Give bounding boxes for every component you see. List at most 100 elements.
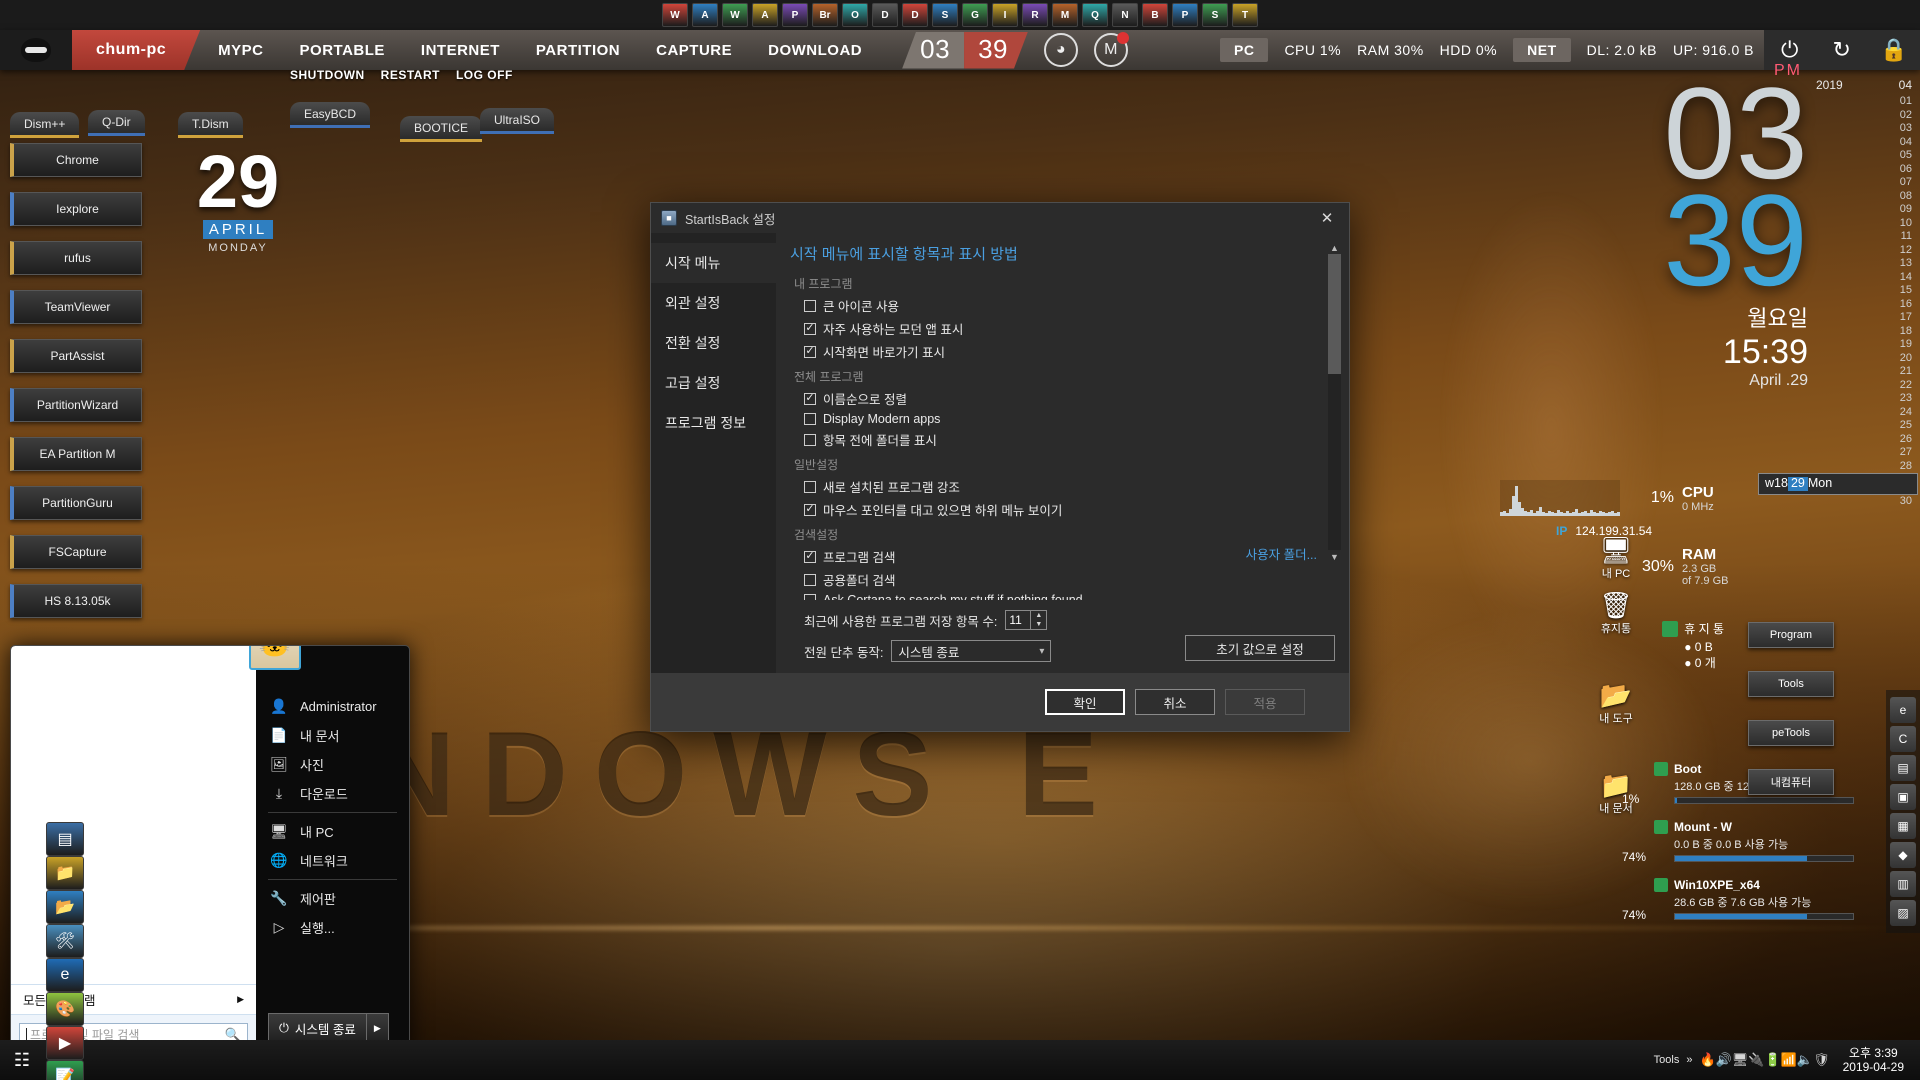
calendar-day-28[interactable]: 28: [1816, 460, 1912, 474]
taskbar-ie-icon[interactable]: e: [46, 958, 84, 992]
scroll-up-icon[interactable]: ▲: [1328, 241, 1341, 254]
toolbar-menu-download[interactable]: DOWNLOAD: [750, 42, 880, 59]
shortcut-partitionwizard[interactable]: PartitionWizard: [10, 388, 142, 422]
quick-launch-icon-11[interactable]: I: [992, 3, 1018, 27]
dialog-nav-item-1[interactable]: 외관 설정: [651, 283, 776, 323]
quick-launch-icon-15[interactable]: N: [1112, 3, 1138, 27]
calendar-day-04[interactable]: 04: [1816, 136, 1912, 150]
calendar-day-06[interactable]: 06: [1816, 163, 1912, 177]
shortcut-rufus[interactable]: rufus: [10, 241, 142, 275]
quick-launch-strip[interactable]: W A W A P Br O D D S G I R M Q N B P S T: [0, 0, 1920, 30]
calendar-day-22[interactable]: 22: [1816, 379, 1912, 393]
option-checkbox-3-2[interactable]: Ask Cortana to search my stuff if nothin…: [790, 591, 1323, 600]
quick-launch-icon-6[interactable]: O: [842, 3, 868, 27]
calendar-day-11[interactable]: 11: [1816, 230, 1912, 244]
quick-launch-icon-13[interactable]: M: [1052, 3, 1078, 27]
calendar-day-19[interactable]: 19: [1816, 338, 1912, 352]
top-toolbar[interactable]: chum-pc MYPC PORTABLE INTERNET PARTITION CAP…: [0, 30, 1920, 70]
drive-item[interactable]: 74% Mount - W 0.0 B 중 0.0 B 사용 가능: [1622, 820, 1854, 864]
taskbar-media-icon[interactable]: ▶: [46, 1026, 84, 1060]
quick-launch-icon-1[interactable]: A: [692, 3, 718, 27]
quick-launch-icon-16[interactable]: B: [1142, 3, 1168, 27]
toolbar-menu-internet[interactable]: INTERNET: [403, 42, 518, 59]
tray-icon-group[interactable]: 🔥🔊🖥🔌🔋📶🔈🛡: [1699, 1052, 1829, 1068]
scroll-down-icon[interactable]: ▼: [1328, 550, 1341, 563]
tool-tab-t-dism[interactable]: T.Dism: [178, 112, 243, 138]
checkbox-checked[interactable]: ✓: [804, 503, 816, 516]
option-checkbox-1-0[interactable]: ✓ 이름순으로 정렬: [790, 387, 1323, 410]
quick-launch-icon-9[interactable]: S: [932, 3, 958, 27]
toolbar-menu-mypc[interactable]: MYPC: [200, 42, 281, 59]
dialog-scroll-area[interactable]: 내 프로그램 큰 아이콘 사용 ✓ 자주 사용하는 모던 앱 표시 ✓ 시작화면 바로가기…: [790, 270, 1349, 600]
tool-tab-ultraiso[interactable]: UltraISO: [480, 108, 555, 134]
lock-icon[interactable]: 🔒: [1868, 30, 1920, 70]
option-groups[interactable]: 내 프로그램 큰 아이콘 사용 ✓ 자주 사용하는 모던 앱 표시 ✓ 시작화면 바로가기…: [790, 275, 1323, 600]
checkbox-unchecked[interactable]: [804, 573, 816, 586]
edge-dock-icon-0[interactable]: e: [1890, 697, 1916, 723]
calendar-day-23[interactable]: 23: [1816, 392, 1912, 406]
start-menu-item-6[interactable]: 🔧 제어판: [256, 884, 409, 913]
system-button-shutdown[interactable]: SHUTDOWN: [290, 68, 365, 82]
stepper-up-icon[interactable]: ▲: [1031, 611, 1046, 620]
taskbar-clock[interactable]: 오후 3:39 2019-04-29: [1837, 1046, 1910, 1074]
quick-launch-icon-0[interactable]: W: [662, 3, 688, 27]
edge-dock-icon-5[interactable]: ◆: [1890, 842, 1916, 868]
close-icon[interactable]: ✕: [1311, 205, 1343, 231]
ok-button[interactable]: 확인: [1045, 689, 1125, 715]
desktop-icon-2[interactable]: 📂 내 도구: [1580, 680, 1652, 726]
dialog-nav[interactable]: 시작 메뉴 외관 설정 전환 설정 고급 설정 프로그램 정보: [651, 233, 776, 673]
start-menu-item-5[interactable]: 🌐 네트워크: [256, 846, 409, 875]
calendar-day-05[interactable]: 05: [1816, 149, 1912, 163]
taskbar-paint-icon[interactable]: 🎨: [46, 992, 84, 1026]
calendar-day-21[interactable]: 21: [1816, 365, 1912, 379]
quick-launch-icon-10[interactable]: G: [962, 3, 988, 27]
quick-launch-icon-17[interactable]: P: [1172, 3, 1198, 27]
quick-launch-icon-7[interactable]: D: [872, 3, 898, 27]
option-checkbox-3-0[interactable]: ✓ 프로그램 검색: [790, 545, 1323, 568]
quick-launch-icon-19[interactable]: T: [1232, 3, 1258, 27]
dialog-nav-item-3[interactable]: 고급 설정: [651, 363, 776, 403]
quick-launch-icon-5[interactable]: Br: [812, 3, 838, 27]
edge-dock-icon-7[interactable]: ▨: [1890, 900, 1916, 926]
option-checkbox-1-2[interactable]: 항목 전에 폴더를 표시: [790, 428, 1323, 451]
shortcut-partitionguru[interactable]: PartitionGuru: [10, 486, 142, 520]
flame-icon[interactable]: 🔥: [1699, 1052, 1715, 1067]
gadget-button-program[interactable]: Program: [1748, 622, 1834, 648]
startisback-settings-dialog[interactable]: ■ StartIsBack 설정 ✕ 시작 메뉴 외관 설정 전환 설정 고급 설정 프…: [650, 202, 1350, 732]
desktop-icon-1[interactable]: 🗑 휴지통: [1580, 590, 1652, 636]
recycle-bin-widget[interactable]: 휴 지 통 ● 0 B ● 0 개: [1662, 620, 1724, 671]
stepper-arrows[interactable]: ▲ ▼: [1031, 610, 1048, 630]
option-checkbox-3-1[interactable]: 공용폴더 검색: [790, 568, 1323, 591]
shortcut-iexplore[interactable]: Iexplore: [10, 192, 142, 226]
checkbox-unchecked[interactable]: [804, 480, 816, 493]
start-menu-item-0[interactable]: 👤 Administrator: [256, 692, 409, 721]
checkbox-unchecked[interactable]: [804, 433, 816, 446]
option-checkbox-2-0[interactable]: 새로 설치된 프로그램 강조: [790, 475, 1323, 498]
gadget-button--[interactable]: 내컴퓨터: [1748, 769, 1834, 795]
user-folder-link[interactable]: 사용자 폴더...: [1246, 544, 1317, 563]
calendar-day-13[interactable]: 13: [1816, 257, 1912, 271]
scrollbar-thumb[interactable]: [1328, 254, 1341, 374]
start-menu-right-items[interactable]: 👤 Administrator 📄 내 문서 🖼 사진 ⤓ 다운로드 🖥 내 PC 🌐 네트워크 🔧 제어…: [256, 692, 409, 942]
toolbar-menu-capture[interactable]: CAPTURE: [638, 42, 750, 59]
quick-launch-icon-4[interactable]: P: [782, 3, 808, 27]
start-menu-item-2[interactable]: 🖼 사진: [256, 750, 409, 779]
gadget-button-petools[interactable]: peTools: [1748, 720, 1834, 746]
edge-dock-icon-6[interactable]: ▥: [1890, 871, 1916, 897]
quick-launch-icon-14[interactable]: Q: [1082, 3, 1108, 27]
checkbox-checked[interactable]: ✓: [804, 392, 816, 405]
taskbar-items[interactable]: ▤📁📂🛠e🎨▶📝A▦🖼📦💾▭: [44, 822, 86, 1080]
recent-items-value[interactable]: 11: [1005, 610, 1032, 630]
usb-icon[interactable]: 🔌: [1748, 1052, 1764, 1067]
dialog-scrollbar[interactable]: ▲ ▼: [1328, 241, 1341, 563]
gadget-button-tools[interactable]: Tools: [1748, 671, 1834, 697]
drive-item[interactable]: 74% Win10XPE_x64 28.6 GB 중 7.6 GB 사용 가능: [1622, 878, 1854, 922]
refresh-icon[interactable]: ↻: [1816, 30, 1868, 70]
volume-icon[interactable]: 🔈: [1797, 1052, 1813, 1067]
shortcut-fscapture[interactable]: FSCapture: [10, 535, 142, 569]
calendar-day-15[interactable]: 15: [1816, 284, 1912, 298]
dialog-nav-item-2[interactable]: 전환 설정: [651, 323, 776, 363]
shortcut-ea-partition-m[interactable]: EA Partition M: [10, 437, 142, 471]
option-checkbox-0-1[interactable]: ✓ 자주 사용하는 모던 앱 표시: [790, 317, 1323, 340]
taskbar-notes-icon[interactable]: 📝: [46, 1060, 84, 1080]
